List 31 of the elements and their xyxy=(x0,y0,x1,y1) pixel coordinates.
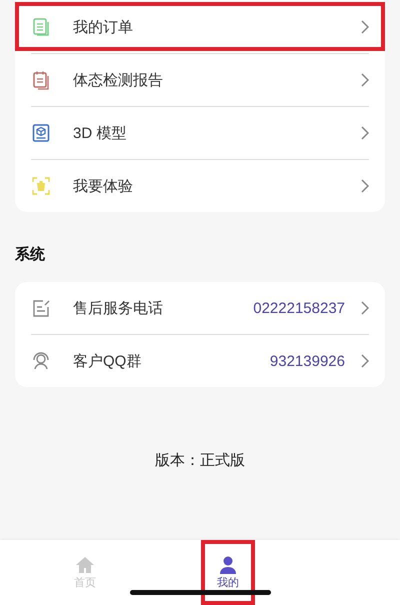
chevron-right-icon xyxy=(361,301,369,315)
chevron-right-icon xyxy=(361,73,369,87)
menu-item[interactable]: 我的订单 xyxy=(17,4,383,49)
contact-label: 售后服务电话 xyxy=(73,298,164,318)
tab[interactable]: 我的 xyxy=(201,540,255,605)
menu-label: 体态检测报告 xyxy=(73,70,164,90)
chevron-right-icon xyxy=(361,126,369,140)
chevron-right-icon xyxy=(361,20,369,34)
version-text: 版本：正式版 xyxy=(154,451,246,470)
menu-label: 我的订单 xyxy=(73,18,134,36)
document-icon xyxy=(31,17,51,37)
section-title: 系统 xyxy=(15,245,46,264)
menu-item[interactable]: 我要体验 xyxy=(31,159,369,212)
contact-item[interactable]: 客户QQ群 932139926 xyxy=(31,334,369,387)
contact-value: 932139926 xyxy=(270,352,345,370)
contact-value: 02222158237 xyxy=(253,300,345,316)
menu-label: 我要体验 xyxy=(73,176,134,196)
edit-icon xyxy=(31,298,51,318)
home-icon xyxy=(75,555,95,575)
calendar-icon xyxy=(31,70,51,90)
chevron-right-icon xyxy=(361,179,369,193)
person-icon xyxy=(218,555,238,575)
chevron-right-icon xyxy=(361,354,369,368)
contact-item[interactable]: 售后服务电话 02222158237 xyxy=(31,282,369,334)
cube-icon xyxy=(31,123,51,143)
menu-item[interactable]: 3D 模型 xyxy=(31,106,369,159)
user-support-icon xyxy=(31,351,51,371)
scan-icon xyxy=(31,176,51,196)
menu-label: 3D 模型 xyxy=(73,124,128,142)
menu-item[interactable]: 体态检测报告 xyxy=(31,53,369,106)
contact-label: 客户QQ群 xyxy=(73,352,142,370)
